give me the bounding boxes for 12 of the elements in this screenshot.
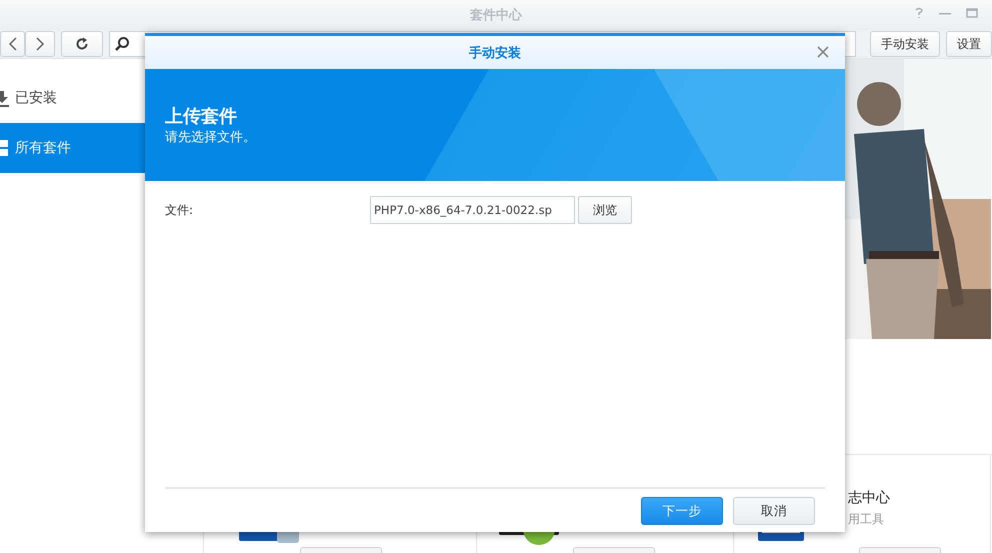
cancel-button[interactable]: 取消 xyxy=(733,497,815,525)
browse-button[interactable]: 浏览 xyxy=(578,196,632,224)
dialog-title: 手动安装 xyxy=(469,44,521,62)
sidebar-label: 所有套件 xyxy=(15,139,71,157)
package-category: 用工具 xyxy=(848,511,885,528)
sidebar-label: 已安装 xyxy=(15,89,57,107)
file-label: 文件: xyxy=(165,202,194,218)
toolbar-button[interactable]: 设置 xyxy=(946,31,992,57)
toolbar-button[interactable]: 手动安装 xyxy=(870,31,940,57)
package-name: 志中心 xyxy=(848,489,890,507)
window-title: 套件中心 xyxy=(470,6,522,24)
file-field[interactable]: PHP7.0-x86_64-7.0.21-0022.sp xyxy=(370,196,575,224)
